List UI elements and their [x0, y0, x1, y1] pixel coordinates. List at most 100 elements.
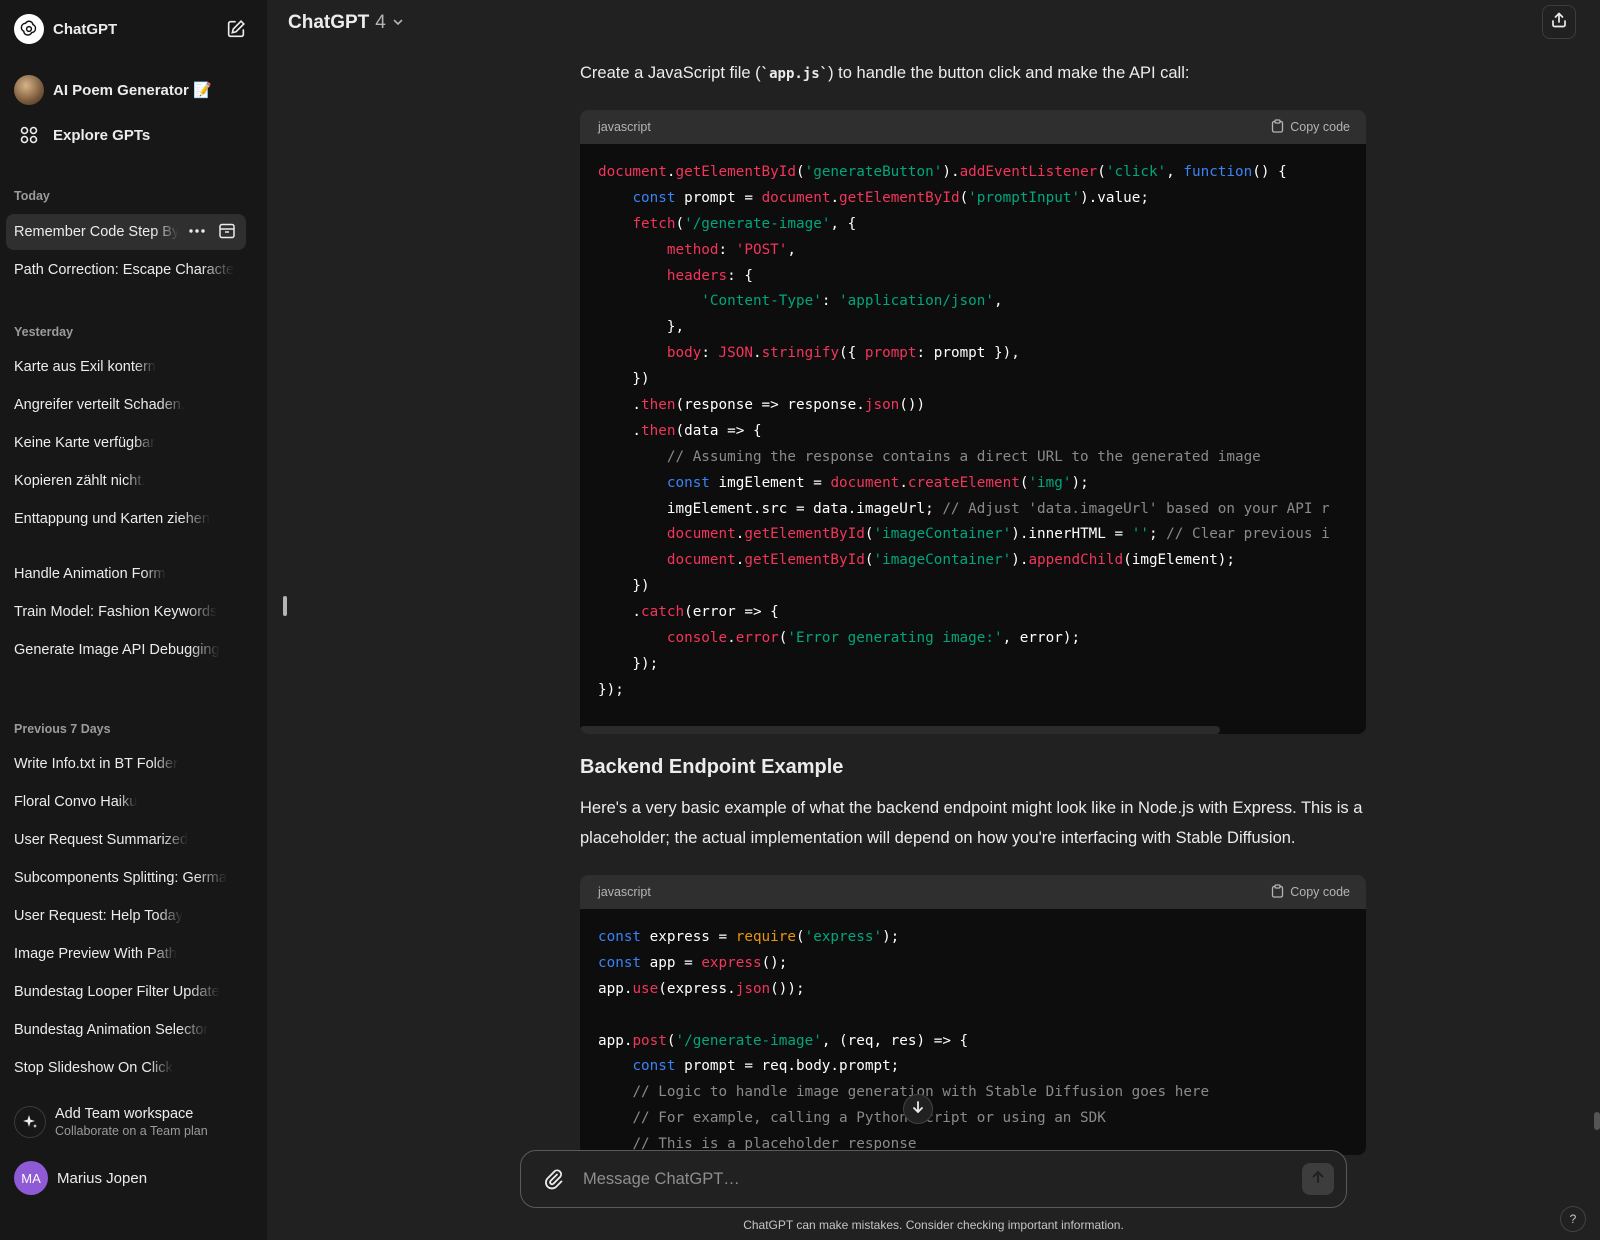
sidebar-toggle-handle[interactable] — [283, 596, 287, 616]
code-token: const — [666, 474, 710, 491]
code-token: . — [598, 397, 642, 414]
chat-item[interactable]: Remember Code Step By — [6, 214, 246, 250]
message-input[interactable] — [583, 1169, 1302, 1189]
code-block-frontend: javascript Copy code document.getElement… — [580, 110, 1366, 734]
share-button[interactable] — [1542, 5, 1576, 39]
chat-item[interactable]: Train Model: Fashion Keywords — [6, 594, 246, 630]
avatar: MA — [14, 1161, 48, 1195]
disclaimer-text: ChatGPT can make mistakes. Consider chec… — [743, 1218, 1124, 1232]
section-heading: Backend Endpoint Example — [580, 756, 844, 778]
gpt-item-ai-poem-generator[interactable]: AI Poem Generator 📝 — [6, 70, 247, 110]
code-token: , — [993, 293, 1003, 310]
help-button[interactable]: ? — [1560, 1206, 1586, 1232]
archive-icon[interactable] — [218, 222, 236, 244]
chat-item-label: Angreifer verteilt Schaden. — [14, 397, 185, 413]
code-token: ); — [1071, 474, 1089, 491]
user-menu-button[interactable]: MA Marius Jopen — [6, 1158, 246, 1198]
code-token: json — [864, 397, 900, 414]
chat-item-label: Karte aus Exil kontern — [14, 359, 156, 375]
chat-item[interactable]: Image Preview With Path — [6, 936, 246, 972]
code-token: 'click' — [1105, 164, 1167, 180]
chat-item[interactable]: Enttappung und Karten ziehen — [6, 501, 246, 537]
code-token: 'POST' — [735, 241, 788, 258]
code-token: : — [718, 241, 736, 258]
chat-item-label: User Request Summarized — [14, 832, 189, 848]
model-selector[interactable]: ChatGPT 4 — [288, 10, 404, 36]
chat-item[interactable]: User Request Summarized — [6, 822, 246, 858]
code-line: // Logic to handle image generation with… — [598, 1080, 1348, 1106]
chat-item[interactable]: Generate Image API Debugging — [6, 632, 246, 668]
scroll-to-bottom-button[interactable] — [903, 1094, 933, 1124]
code-token: const — [598, 954, 642, 971]
code-token: }); — [598, 655, 659, 672]
code-token: app = — [641, 954, 702, 971]
code-line: .then(response => response.json()) — [598, 393, 1348, 419]
chat-item[interactable]: Karte aus Exil kontern — [6, 349, 246, 385]
add-team-workspace-button[interactable]: Add Team workspace Collaborate on a Team… — [6, 1098, 246, 1146]
explore-gpts-button[interactable]: Explore GPTs — [6, 115, 247, 155]
code-token: use — [632, 980, 659, 997]
chat-item-label: Bundestag Looper Filter Update — [14, 984, 220, 1000]
model-name: ChatGPT — [288, 12, 370, 33]
page-scrollbar[interactable] — [1594, 1112, 1600, 1130]
code-token: 'Content-Type' — [701, 293, 822, 310]
new-chat-icon[interactable] — [225, 18, 247, 40]
code-line: }) — [598, 574, 1348, 600]
chat-item[interactable]: Angreifer verteilt Schaden. — [6, 387, 246, 423]
copy-code-button[interactable]: Copy code — [1271, 883, 1350, 901]
chat-item[interactable]: Kopieren zählt nicht. — [6, 463, 246, 499]
chat-item-label: Path Correction: Escape Characte — [14, 262, 235, 278]
chat-item-label: Floral Convo Haiku — [14, 794, 138, 810]
chat-item[interactable]: Write Info.txt in BT Folder — [6, 746, 246, 782]
chat-item[interactable]: Handle Animation Form — [6, 556, 246, 592]
code-token: catch — [641, 604, 685, 621]
code-token: addEventListener — [959, 164, 1098, 180]
chat-item-label: User Request: Help Today — [14, 908, 183, 924]
code-token: prompt — [864, 345, 917, 362]
code-line: const prompt = document.getElementById('… — [598, 186, 1348, 212]
more-options-icon[interactable] — [188, 222, 206, 244]
code-token: . — [727, 630, 736, 647]
code-content: document.getElementById('generateButton'… — [580, 144, 1366, 704]
arrow-down-icon — [911, 1100, 925, 1119]
brand-row[interactable]: ChatGPT — [6, 8, 247, 50]
code-token: prompt = — [675, 189, 762, 206]
chat-item[interactable]: Subcomponents Splitting: Germa — [6, 860, 246, 896]
code-token: const — [598, 929, 642, 945]
code-token: getElementById — [839, 189, 960, 206]
chat-item-label: Enttappung und Karten ziehen — [14, 511, 210, 527]
code-token: method — [666, 241, 719, 258]
team-text: Add Team workspace Collaborate on a Team… — [55, 1106, 208, 1138]
chat-item[interactable]: Bundestag Animation Selector — [6, 1012, 246, 1048]
chat-item[interactable]: Bundestag Looper Filter Update — [6, 974, 246, 1010]
paperclip-icon[interactable] — [541, 1167, 565, 1191]
chat-item[interactable]: User Request: Help Today — [6, 898, 246, 934]
code-line: // Assuming the response contains a dire… — [598, 445, 1348, 471]
code-content: const express = require('express'); const… — [580, 909, 1366, 1155]
code-token: require — [735, 929, 796, 945]
code-token: 'img' — [1028, 474, 1072, 491]
inline-code-filename: `app.js` — [760, 66, 829, 82]
code-token: post — [632, 1032, 667, 1049]
code-token: JSON — [718, 345, 753, 362]
chat-item[interactable]: Path Correction: Escape Characte — [6, 252, 246, 288]
chat-item[interactable]: Floral Convo Haiku — [6, 784, 246, 820]
chat-item[interactable]: Stop Slideshow On Click — [6, 1050, 246, 1086]
code-token: body — [666, 345, 702, 362]
code-token: // Adjust 'data.imageUrl' based on your … — [942, 500, 1330, 517]
code-token: createElement — [907, 474, 1020, 491]
code-line: fetch('/generate-image', { — [598, 212, 1348, 238]
code-token: function — [1183, 164, 1253, 180]
code-token: ). — [1011, 552, 1029, 569]
send-button[interactable] — [1302, 1163, 1334, 1195]
horizontal-scrollbar[interactable] — [580, 726, 1220, 734]
share-icon — [1550, 11, 1568, 34]
code-token: , — [1166, 164, 1184, 180]
copy-code-button[interactable]: Copy code — [1271, 118, 1350, 136]
explore-gpts-label: Explore GPTs — [53, 126, 151, 144]
code-token: ({ — [839, 345, 865, 362]
code-token: (); — [761, 954, 788, 971]
chat-item[interactable]: Keine Karte verfügbar — [6, 425, 246, 461]
